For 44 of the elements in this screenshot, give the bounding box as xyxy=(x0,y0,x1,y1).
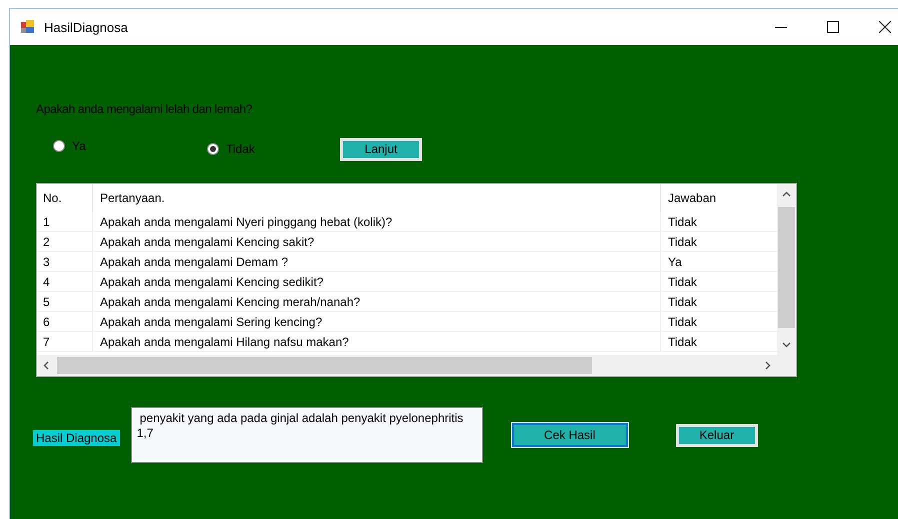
scroll-right-icon[interactable] xyxy=(765,361,771,370)
table-cell: Apakah anda mengalami Sering kencing? xyxy=(93,312,661,331)
table-cell: Apakah anda mengalami Kencing sedikit? xyxy=(93,272,661,291)
table-cell-text: Tidak xyxy=(667,234,698,250)
table-cell-text: Tidak xyxy=(667,314,698,330)
result-field[interactable]: penyakit yang ada pada ginjal adalah penyakit pyelonephritis 1,7 xyxy=(130,407,483,463)
scroll-up-icon[interactable] xyxy=(782,191,791,197)
maximize-icon[interactable] xyxy=(827,21,839,33)
table-cell: 3 xyxy=(37,252,93,271)
table-cell-text: Tidak xyxy=(667,274,698,290)
table-cell: 7 xyxy=(37,332,93,351)
horizontal-scrollbar[interactable] xyxy=(37,355,796,376)
radio-button[interactable] xyxy=(53,140,65,152)
close-icon[interactable] xyxy=(879,21,891,33)
table-cell: 1 xyxy=(37,212,93,231)
table-cell: 6 xyxy=(37,312,93,331)
scroll-thumb[interactable] xyxy=(57,357,592,374)
action-button[interactable]: Keluar xyxy=(676,424,758,446)
action-button[interactable]: Cek Hasil xyxy=(512,423,628,447)
column-header[interactable]: No. xyxy=(37,184,93,212)
column-header[interactable]: Pertanyaan. xyxy=(93,184,661,212)
scroll-left-icon[interactable] xyxy=(43,361,49,370)
table-cell: Apakah anda mengalami Kencing merah/nanah? xyxy=(93,292,661,311)
table-cell: 5 xyxy=(37,292,93,311)
table-cell-text: Ya xyxy=(667,254,683,270)
question-text: Apakah anda mengalami lelah dan lemah? xyxy=(36,102,252,116)
table-cell-text: Tidak xyxy=(667,334,698,350)
vertical-scrollbar[interactable] xyxy=(777,184,796,355)
table-cell-text: Tidak xyxy=(667,214,698,230)
scroll-down-icon[interactable] xyxy=(782,342,791,348)
app-icon xyxy=(20,19,36,35)
table-cell: Apakah anda mengalami Kencing sakit? xyxy=(93,232,661,251)
table-cell-text: Tidak xyxy=(667,294,698,310)
table-cell: Apakah anda mengalami Nyeri pinggang hebat (kolik)? xyxy=(93,212,661,231)
table-cell: 4 xyxy=(37,272,93,291)
radio-button[interactable] xyxy=(207,143,219,155)
table-cell: Apakah anda mengalami Hilang nafsu makan? xyxy=(93,332,661,351)
window-title: HasilDiagnosa xyxy=(44,20,128,34)
next-button[interactable]: Lanjut xyxy=(340,138,422,160)
table-cell: Apakah anda mengalami Demam ? xyxy=(93,252,661,271)
result-label: Hasil Diagnosa xyxy=(33,430,120,446)
scroll-thumb[interactable] xyxy=(778,207,795,328)
table-cell: 2 xyxy=(37,232,93,251)
column-header[interactable]: Jawaban xyxy=(661,184,777,212)
